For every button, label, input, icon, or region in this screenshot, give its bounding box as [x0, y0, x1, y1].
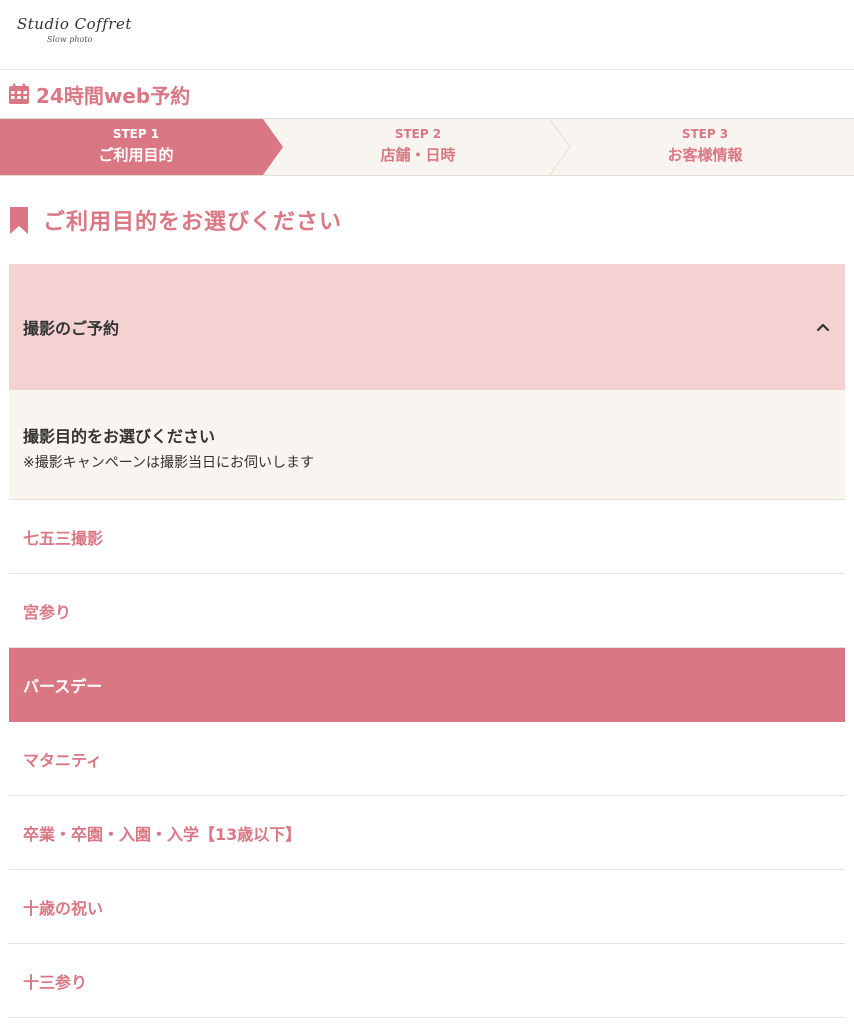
section-title-text: ご利用目的をお選びください	[43, 210, 343, 235]
step-1-label: ご利用目的	[98, 146, 174, 164]
step-2-label: 店舗・日時	[380, 146, 456, 164]
option-miyamairi[interactable]: 宮参り	[9, 574, 845, 648]
calendar-icon	[9, 83, 29, 104]
step-1-number: STEP 1	[112, 127, 160, 141]
info-note: ※撮影キャンペーンは撮影当日にお伺いします	[23, 455, 315, 471]
option-jussai[interactable]: 十歳の祝い	[9, 870, 845, 944]
bookmark-icon	[10, 206, 28, 234]
booking-title-text: 24時間web予約	[36, 83, 191, 108]
step-3: STEP 3 お客様情報	[605, 119, 805, 175]
step-progress: STEP 1 ご利用目的 STEP 2 店舗・日時 STEP 3 お客様情報	[0, 118, 854, 176]
section-title: ご利用目的をお選びください	[0, 176, 854, 264]
option-birthday[interactable]: バースデー	[9, 648, 845, 722]
booking-title: 24時間web予約	[0, 70, 854, 118]
accordion-header[interactable]: 撮影のご予約	[9, 264, 845, 390]
step-1: STEP 1 ご利用目的	[36, 119, 236, 175]
header: Studio Coffret Slow photo	[0, 0, 854, 70]
option-maternity[interactable]: マタニティ	[9, 722, 845, 796]
accordion-info: 撮影目的をお選びください ※撮影キャンペーンは撮影当日にお伺いします	[9, 390, 845, 500]
step-3-label: お客様情報	[667, 146, 743, 164]
purpose-accordion: 撮影のご予約 撮影目的をお選びください ※撮影キャンペーンは撮影当日にお伺いしま…	[9, 264, 845, 1018]
accordion-header-label: 撮影のご予約	[23, 319, 120, 338]
logo-sub: Slow photo	[47, 35, 93, 44]
chevron-up-icon[interactable]	[815, 319, 831, 335]
step-3-number: STEP 3	[681, 127, 729, 141]
info-heading: 撮影目的をお選びください	[23, 427, 216, 446]
logo-main: Studio Coffret	[17, 15, 132, 33]
option-jusanmairi[interactable]: 十三参り	[9, 944, 845, 1018]
option-shichigosan[interactable]: 七五三撮影	[9, 500, 845, 574]
step-2: STEP 2 店舗・日時	[318, 119, 518, 175]
logo[interactable]: Studio Coffret Slow photo	[17, 15, 132, 44]
option-graduation[interactable]: 卒業・卒園・入園・入学【13歳以下】	[9, 796, 845, 870]
step-2-number: STEP 2	[394, 127, 442, 141]
